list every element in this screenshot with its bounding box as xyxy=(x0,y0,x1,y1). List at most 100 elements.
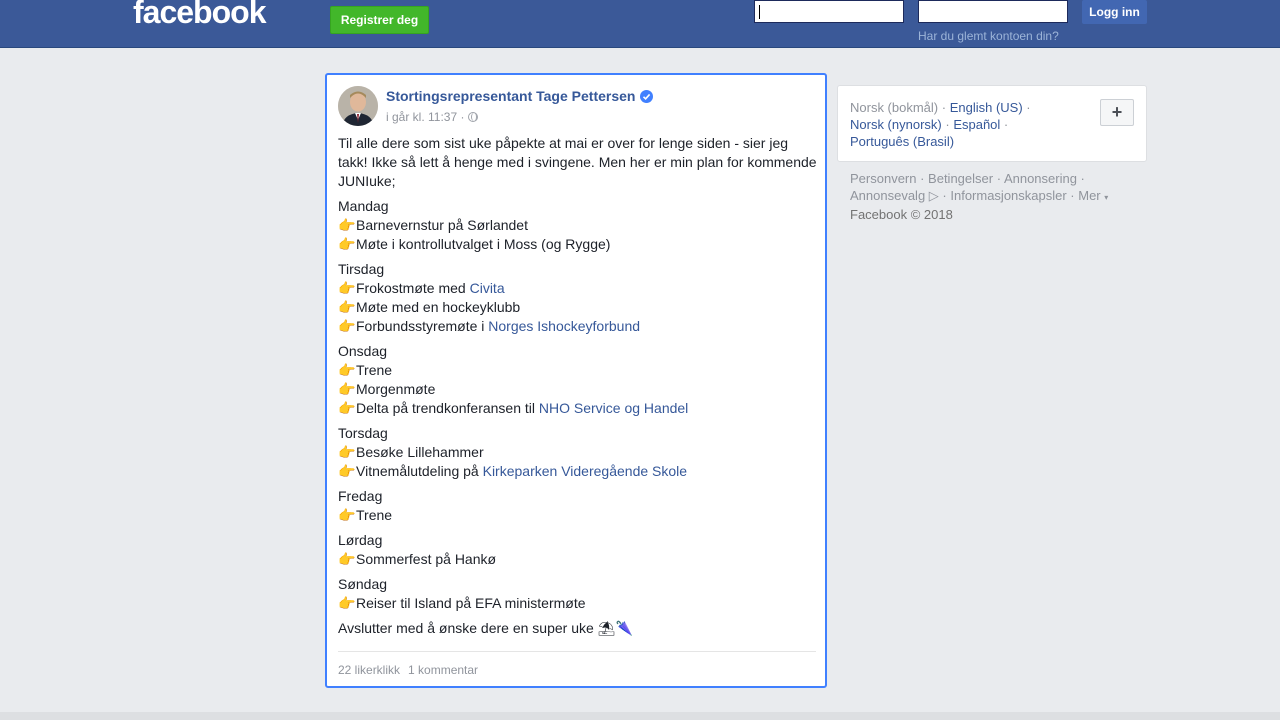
author-name[interactable]: Stortingsrepresentant Tage Pettersen xyxy=(386,88,635,104)
schedule-item: 👉 Sommerfest på Hankø xyxy=(338,550,818,569)
footer-link[interactable]: Annonsevalg xyxy=(850,188,925,203)
pointing-hand-icon: 👉 xyxy=(338,444,356,460)
day-title: Søndag xyxy=(338,576,388,592)
comments-count[interactable]: 1 kommentar xyxy=(408,663,478,677)
footer-link[interactable]: Personvern xyxy=(850,171,916,186)
top-bar: facebook Registrer deg Logg inn Har du g… xyxy=(0,0,1280,48)
pointing-hand-icon: 👉 xyxy=(338,280,356,296)
day-title: Mandag xyxy=(338,198,389,214)
day-block: Mandag 👉 Barnevernstur på Sørlandet 👉 Møte i… xyxy=(338,197,818,254)
post-body: Til alle dere som sist uke påpekte at ma… xyxy=(338,134,818,638)
schedule-item: 👉 Møte med en hockeyklubb xyxy=(338,298,818,317)
footer-divider xyxy=(338,651,816,652)
footer-links: Personvern · Betingelser · Annonsering ·… xyxy=(850,171,1109,222)
schedule: Mandag 👉 Barnevernstur på Sørlandet 👉 Møte i… xyxy=(338,197,818,613)
text-caret xyxy=(759,5,760,19)
pointing-hand-icon: 👉 xyxy=(338,595,356,611)
pointing-hand-icon: 👉 xyxy=(338,400,356,416)
footer-link[interactable]: Betingelser xyxy=(928,171,993,186)
likes-count[interactable]: 22 likerklikk xyxy=(338,663,400,677)
language-option[interactable]: Español xyxy=(953,117,1000,132)
day-title: Onsdag xyxy=(338,343,388,359)
ad-choices-icon: ▷ xyxy=(928,188,939,203)
post-timestamp[interactable]: i går kl. 11:37 · xyxy=(386,110,464,124)
schedule-item: 👉 Frokostmøte med Civita xyxy=(338,279,818,298)
page-link[interactable]: Kirkeparken Videregående Skole xyxy=(483,462,687,481)
footer-link[interactable]: Mer xyxy=(1078,188,1100,203)
more-languages-button[interactable]: + xyxy=(1100,99,1134,126)
day-block: Fredag 👉 Trene xyxy=(338,487,818,525)
day-block: Lørdag 👉 Sommerfest på Hankø xyxy=(338,531,818,569)
copyright: Facebook © 2018 xyxy=(850,207,953,222)
current-language: Norsk (bokmål) · xyxy=(850,100,947,115)
schedule-item-text: Trene xyxy=(356,507,393,523)
day-block: Tirsdag 👉 Frokostmøte med Civita 👉 Møte med … xyxy=(338,260,818,336)
day-title: Fredag xyxy=(338,488,383,504)
schedule-item: 👉 Trene xyxy=(338,361,818,380)
post-card: Stortingsrepresentant Tage Pettersen i g… xyxy=(325,73,827,688)
page-link[interactable]: NHO Service og Handel xyxy=(539,399,688,418)
schedule-item: 👉 Barnevernstur på Sørlandet xyxy=(338,216,818,235)
day-block: Søndag 👉 Reiser til Island på EFA minister… xyxy=(338,575,818,613)
pointing-hand-icon: 👉 xyxy=(338,507,356,523)
login-button[interactable]: Logg inn xyxy=(1082,0,1147,24)
language-option[interactable]: English (US) xyxy=(950,100,1023,115)
schedule-item-text: Trene xyxy=(356,362,393,378)
pointing-hand-icon: 👉 xyxy=(338,381,356,397)
footer-link[interactable]: Annonsering xyxy=(1004,171,1077,186)
language-option[interactable]: Norsk (nynorsk) xyxy=(850,117,942,132)
post-meta: i går kl. 11:37 · xyxy=(386,110,479,124)
post-stats: 22 likerklikk 1 kommentar xyxy=(338,663,478,677)
day-title: Lørdag xyxy=(338,532,383,548)
avatar-image xyxy=(338,86,378,126)
bottom-strip xyxy=(0,712,1280,720)
facebook-logo[interactable]: facebook xyxy=(133,0,266,31)
schedule-item: 👉 Forbundsstyremøte i Norges Ishockeyforb… xyxy=(338,317,818,336)
day-block: Onsdag 👉 Trene 👉 Morgenmøte 👉 Delta på trendko… xyxy=(338,342,818,418)
pointing-hand-icon: 👉 xyxy=(338,551,356,567)
schedule-item: 👉 Vitnemålutdeling på Kirkeparken Videreg… xyxy=(338,462,818,481)
schedule-item: 👉 Trene xyxy=(338,506,818,525)
schedule-item: 👉 Møte i kontrollutvalget i Moss (og Rygg… xyxy=(338,235,818,254)
schedule-item-text: Sommerfest på Hankø xyxy=(356,551,497,567)
day-title: Torsdag xyxy=(338,425,388,441)
schedule-item-text: Besøke Lillehammer xyxy=(356,444,484,460)
schedule-item: 👉 Morgenmøte xyxy=(338,380,818,399)
schedule-item-text: Reiser til Island på EFA ministermøte xyxy=(356,595,586,611)
forgot-account-link[interactable]: Har du glemt kontoen din? xyxy=(918,29,1059,43)
avatar[interactable] xyxy=(338,86,378,126)
globe-icon[interactable] xyxy=(468,112,479,122)
closing-text: Avslutter med å ønske dere en super uke xyxy=(338,620,594,636)
pointing-hand-icon: 👉 xyxy=(338,236,356,252)
schedule-item-text: Møte med en hockeyklubb xyxy=(356,299,521,315)
day-title: Tirsdag xyxy=(338,261,385,277)
post-author[interactable]: Stortingsrepresentant Tage Pettersen xyxy=(386,88,654,104)
schedule-item-text: Møte i kontrollutvalget i Moss (og Rygge… xyxy=(356,236,611,252)
page-link[interactable]: Civita xyxy=(470,279,505,298)
schedule-item-text: Morgenmøte xyxy=(356,381,436,397)
dropdown-caret-icon: ▾ xyxy=(1104,193,1109,202)
pointing-hand-icon: 👉 xyxy=(338,318,356,334)
schedule-item-text: Vitnemålutdeling på xyxy=(356,463,483,479)
page-link[interactable]: Norges Ishockeyforbund xyxy=(488,317,640,336)
day-block: Torsdag 👉 Besøke Lillehammer 👉 Vitnemålutdel… xyxy=(338,424,818,481)
pointing-hand-icon: 👉 xyxy=(338,217,356,233)
footer-link[interactable]: Informasjonskapsler xyxy=(950,188,1066,203)
verified-badge-icon xyxy=(640,89,654,103)
password-field[interactable] xyxy=(918,0,1068,23)
schedule-item-text: Barnevernstur på Sørlandet xyxy=(356,217,528,233)
language-option[interactable]: Português (Brasil) xyxy=(850,134,954,149)
schedule-item-text: Frokostmøte med xyxy=(356,280,470,296)
schedule-item: 👉 Reiser til Island på EFA ministermøte xyxy=(338,594,818,613)
schedule-item-text: Forbundsstyremøte i xyxy=(356,318,489,334)
pointing-hand-icon: 👉 xyxy=(338,463,356,479)
register-button[interactable]: Registrer deg xyxy=(330,6,429,34)
post-closing: Avslutter med å ønske dere en super uke … xyxy=(338,619,818,638)
pointing-hand-icon: 👉 xyxy=(338,362,356,378)
pointing-hand-icon: 👉 xyxy=(338,299,356,315)
language-box: Norsk (bokmål) · English (US) · Norsk (n… xyxy=(837,85,1147,162)
email-field[interactable] xyxy=(754,0,904,23)
post-intro: Til alle dere som sist uke påpekte at ma… xyxy=(338,135,817,189)
schedule-item: 👉 Delta på trendkonferansen til NHO Servi… xyxy=(338,399,818,418)
language-list: Norsk (bokmål) · English (US) · Norsk (n… xyxy=(850,100,1031,149)
